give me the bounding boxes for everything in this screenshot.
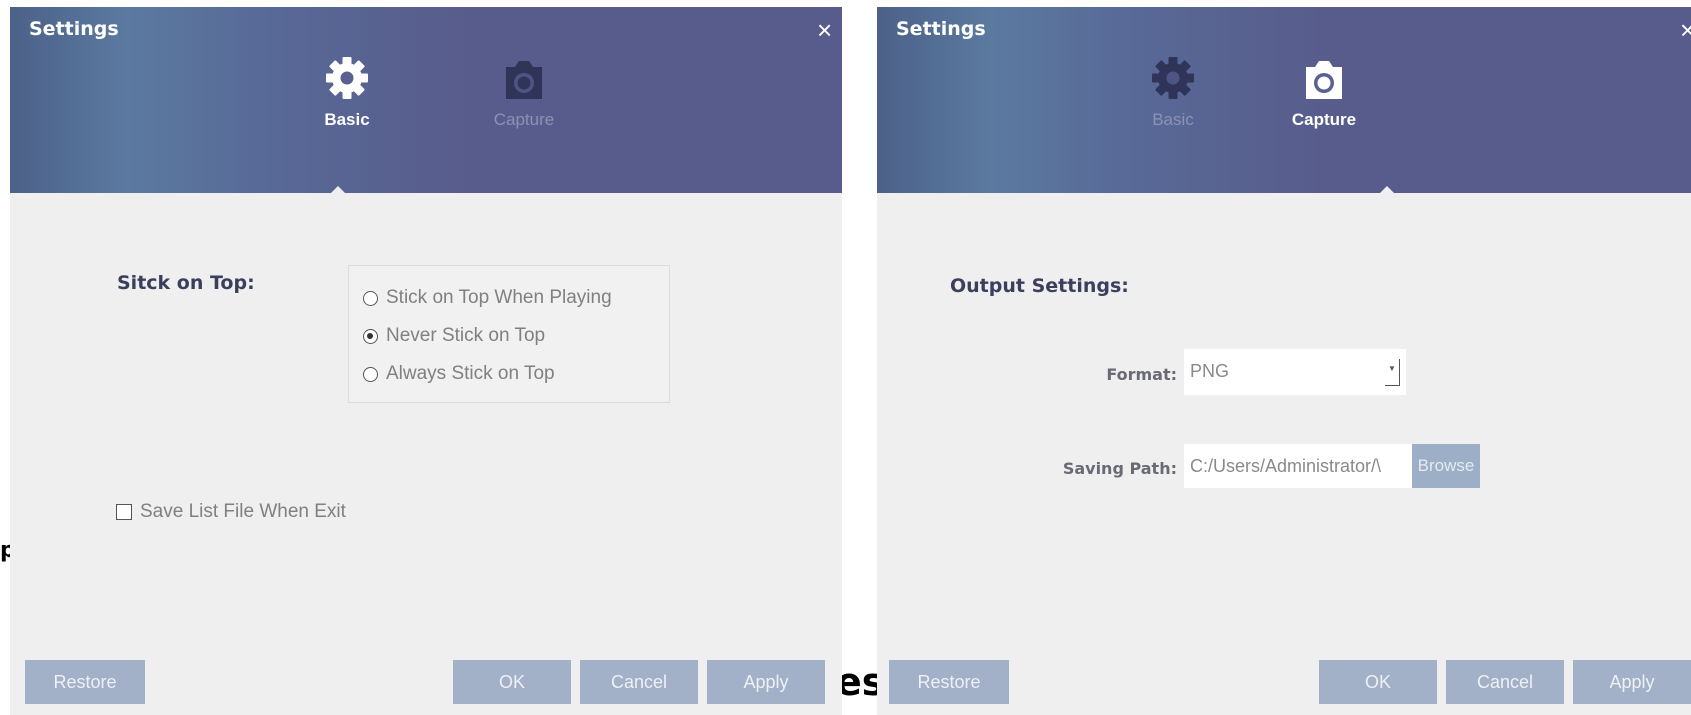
radio-button[interactable] [363,328,378,344]
restore-button[interactable]: Restore [889,660,1009,704]
apply-button[interactable]: Apply [707,660,825,704]
cancel-button[interactable]: Cancel [580,660,698,704]
format-select[interactable]: PNG ▼ [1184,349,1406,395]
tab-label: Capture [493,110,555,129]
close-icon[interactable]: × [817,17,832,43]
camera-icon [1306,61,1342,99]
save-list-checkbox[interactable] [116,504,132,520]
format-label: Format: [1106,365,1177,384]
radio-label: Always Stick on Top [386,363,555,384]
radio-button[interactable] [363,290,378,306]
saving-path-label: Saving Path: [1062,459,1177,478]
dialog-header: Settings × Basic Capture [10,7,842,194]
radio-stick-when-playing[interactable]: Stick on Top When Playing [363,286,612,310]
tab-label: Basic [324,110,370,129]
radio-label: Stick on Top When Playing [386,287,612,308]
tab-label: Capture [1291,110,1357,129]
dialog-header: Settings × Basic Capture [877,7,1691,194]
camera-icon [506,61,542,99]
active-tab-pointer [330,186,346,194]
radio-label: Never Stick on Top [386,325,546,346]
browse-button[interactable]: Browse [1412,444,1480,488]
tab-label: Basic [1152,110,1194,129]
tab-basic[interactable]: Basic [287,55,407,130]
active-tab-pointer [1379,186,1395,194]
save-list-checkbox-row[interactable]: Save List File When Exit [116,501,346,523]
checkbox-label: Save List File When Exit [140,501,346,522]
gear-icon [1152,57,1194,99]
radio-never-stick[interactable]: Never Stick on Top [363,324,545,348]
tab-capture[interactable]: Capture [464,55,584,130]
dialog-title: Settings [896,18,986,40]
gear-icon [326,57,368,99]
dialog-title: Settings [29,18,119,40]
tab-basic[interactable]: Basic [1113,55,1233,130]
settings-dialog-capture: Settings × Basic Capture Output Settings… [877,7,1691,715]
close-icon[interactable]: × [1680,17,1691,43]
format-value: PNG [1190,361,1230,381]
stick-on-top-label: Sitck on Top: [117,272,255,294]
tab-capture[interactable]: Capture [1264,55,1384,130]
stick-on-top-group: Stick on Top When Playing Never Stick on… [348,265,670,403]
ok-button[interactable]: OK [453,660,571,704]
chevron-down-icon[interactable]: ▼ [1385,359,1400,386]
radio-always-stick[interactable]: Always Stick on Top [363,362,555,386]
restore-button[interactable]: Restore [25,660,145,704]
output-settings-label: Output Settings: [950,275,1129,297]
saving-path-input[interactable]: C:/Users/Administrator/\ [1184,444,1412,488]
apply-button[interactable]: Apply [1573,660,1691,704]
radio-button[interactable] [363,366,378,382]
cancel-button[interactable]: Cancel [1446,660,1564,704]
ok-button[interactable]: OK [1319,660,1437,704]
settings-dialog-basic: Settings × Basic Capture Sitck on Top: S… [10,7,842,715]
